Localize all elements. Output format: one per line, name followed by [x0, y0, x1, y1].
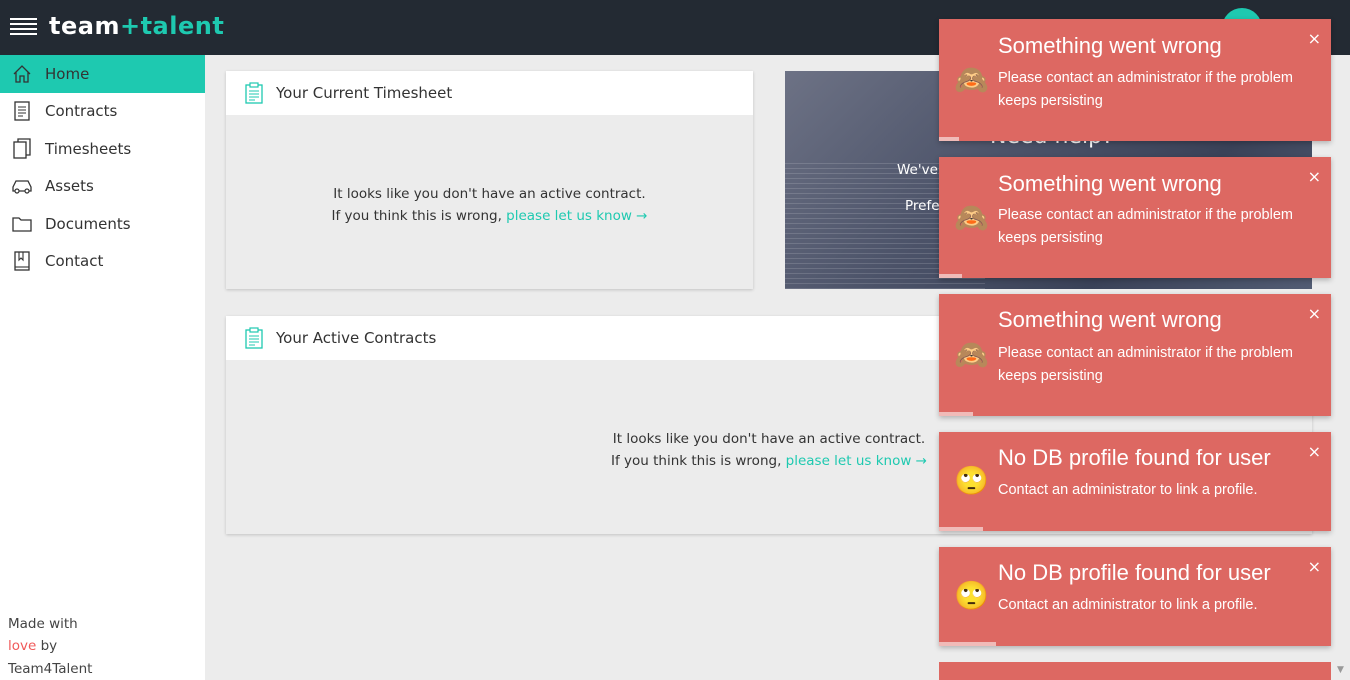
error-toast[interactable]: 🙄 No DB profile found for user Contact a…	[939, 432, 1331, 531]
sidebar-item-contracts[interactable]: Contracts	[0, 93, 205, 131]
error-toast[interactable]: 🙄 No DB profile found for user Contact a…	[939, 547, 1331, 646]
card-header: Your Current Timesheet	[226, 71, 753, 115]
let-us-know-link[interactable]: please let us know →	[506, 208, 647, 224]
contact-book-icon	[10, 250, 34, 272]
hamburger-icon[interactable]	[10, 18, 37, 38]
close-icon[interactable]: ×	[1308, 304, 1321, 323]
toast-message: Contact an administrator to link a profi…	[998, 597, 1258, 613]
close-icon[interactable]: ×	[1308, 29, 1321, 48]
sidebar-item-label: Contact	[45, 252, 104, 271]
see-no-evil-monkey-icon: 🙈	[954, 63, 989, 96]
sidebar-item-timesheets[interactable]: Timesheets	[0, 130, 205, 168]
sidebar: Home Contracts Timesheets Assets Documen…	[0, 55, 205, 680]
toast-message: Contact an administrator to link a profi…	[998, 482, 1258, 498]
footer-made-with: Made with	[8, 615, 78, 632]
close-icon[interactable]: ×	[1308, 557, 1321, 576]
empty-hint: If you think this is wrong,	[611, 453, 782, 469]
footer-by: by	[40, 638, 58, 654]
logo[interactable]: team+talent	[49, 12, 224, 40]
see-no-evil-monkey-icon: 🙈	[954, 338, 989, 371]
sidebar-item-home[interactable]: Home	[0, 55, 205, 93]
help-text-line1: We've	[897, 162, 938, 178]
logo-talent: talent	[140, 12, 225, 40]
sidebar-item-documents[interactable]: Documents	[0, 205, 205, 243]
close-icon[interactable]: ×	[1308, 442, 1321, 461]
empty-message: It looks like you don't have an active c…	[333, 186, 646, 202]
sidebar-item-label: Contracts	[45, 102, 118, 121]
toast-progress	[939, 274, 962, 278]
eye-roll-face-icon: 🙄	[954, 579, 989, 612]
close-icon[interactable]: ×	[1308, 167, 1321, 186]
card-body: It looks like you don't have an active c…	[226, 115, 753, 227]
sidebar-item-label: Timesheets	[45, 139, 132, 158]
sidebar-footer: Made with love by Team4Talent	[8, 613, 92, 680]
footer-love: love	[8, 638, 37, 654]
error-toast[interactable]: 🙈 Something went wrong Please contact an…	[939, 157, 1331, 278]
toast-progress	[939, 527, 983, 531]
sidebar-item-label: Home	[45, 64, 90, 83]
toast-progress	[939, 412, 973, 416]
help-text-line2: Prefe	[905, 198, 940, 214]
card-title: Your Active Contracts	[276, 329, 437, 347]
logo-plus: +	[119, 12, 141, 40]
folder-icon	[10, 213, 34, 235]
eye-roll-face-icon: 🙄	[954, 464, 989, 497]
car-icon	[10, 175, 34, 197]
contract-icon	[10, 100, 34, 122]
let-us-know-link[interactable]: please let us know →	[786, 453, 927, 469]
timesheet-icon	[10, 138, 34, 160]
toast-message: Please contact an administrator if the p…	[998, 207, 1293, 246]
timesheet-card: Your Current Timesheet It looks like you…	[226, 71, 753, 289]
card-title: Your Current Timesheet	[276, 84, 453, 102]
sidebar-item-label: Documents	[45, 214, 131, 233]
sidebar-item-assets[interactable]: Assets	[0, 168, 205, 206]
toast-title: Something went wrong	[998, 33, 1222, 58]
clipboard-icon	[244, 82, 264, 104]
scroll-down-arrow-icon[interactable]: ▼	[1337, 665, 1344, 675]
footer-company: Team4Talent	[8, 660, 93, 677]
error-toast[interactable]: 🙈 Something went wrong Please contact an…	[939, 294, 1331, 416]
home-icon	[10, 63, 34, 85]
toast-title: Something went wrong	[998, 171, 1222, 196]
toast-message: Please contact an administrator if the p…	[998, 345, 1293, 384]
logo-team: team	[49, 12, 120, 40]
error-toast[interactable]: 🙈 Something went wrong Please contact an…	[939, 19, 1331, 141]
sidebar-item-label: Assets	[45, 177, 94, 196]
toast-title: No DB profile found for user	[998, 560, 1271, 585]
error-toast-partial[interactable]	[939, 662, 1331, 680]
toast-progress	[939, 642, 996, 646]
empty-hint: If you think this is wrong,	[331, 208, 502, 224]
toast-message: Please contact an administrator if the p…	[998, 70, 1293, 109]
clipboard-icon	[244, 327, 264, 349]
toast-title: No DB profile found for user	[998, 445, 1271, 470]
see-no-evil-monkey-icon: 🙈	[954, 201, 989, 234]
toast-title: Something went wrong	[998, 307, 1222, 332]
sidebar-item-contact[interactable]: Contact	[0, 243, 205, 281]
toast-progress	[939, 137, 959, 141]
